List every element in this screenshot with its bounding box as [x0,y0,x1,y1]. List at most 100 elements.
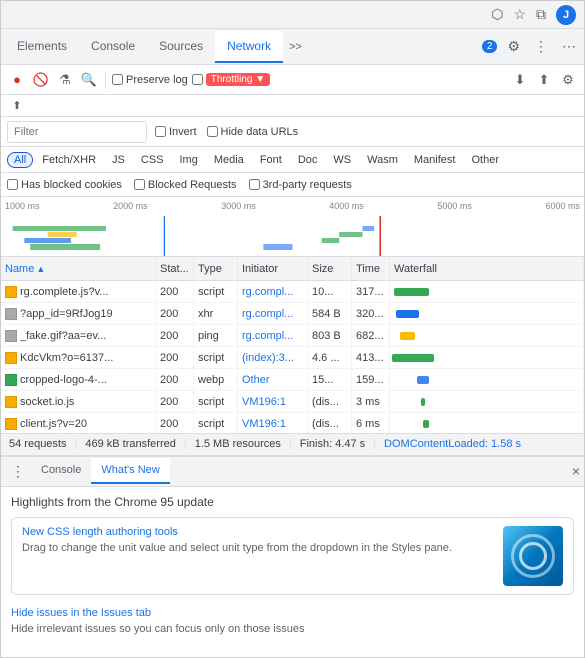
cell-waterfall [390,281,584,302]
hide-data-urls-checkbox[interactable] [207,126,218,137]
type-filter-doc[interactable]: Doc [291,152,325,168]
tab-elements[interactable]: Elements [5,31,79,63]
close-bottom-panel-button[interactable]: × [572,463,580,479]
tab-whats-new[interactable]: What's New [91,458,169,484]
more-options-icon[interactable]: ⋮ [530,36,552,57]
invert-label[interactable]: Invert [155,126,197,138]
initiator-link[interactable]: VM196:1 [242,396,286,408]
table-row[interactable]: _fake.gif?aa=ev... 200 ping rg.compl... … [1,325,584,347]
header-waterfall[interactable]: Waterfall [390,257,584,280]
cell-type: xhr [194,303,238,324]
table-row[interactable]: cropped-logo-4-... 200 webp Other 15... … [1,369,584,391]
tab-console[interactable]: Console [79,31,147,63]
table-row[interactable]: socket.io.js 200 script VM196:1 (dis... … [1,391,584,413]
type-filter-js[interactable]: JS [105,152,132,168]
type-filter-row: AllFetch/XHRJSCSSImgMediaFontDocWSWasmMa… [1,147,584,173]
record-button[interactable]: ● [7,70,27,90]
card-desc-issues: Hide irrelevant issues so you can focus … [11,622,574,637]
initiator-link[interactable]: VM196:1 [242,418,286,430]
card-image-css [503,526,563,586]
table-body: rg.complete.js?v... 200 script rg.compl.… [1,281,584,433]
settings-button[interactable]: ⚙ [558,70,578,90]
dock-icon[interactable]: ⋯ [558,36,580,57]
resource-icon [5,330,17,342]
initiator-link[interactable]: rg.compl... [242,330,293,342]
has-blocked-cookies-label[interactable]: Has blocked cookies [7,179,122,191]
type-filter-ws[interactable]: WS [326,152,358,168]
hide-data-urls-label[interactable]: Hide data URLs [207,126,299,138]
tab-console-bottom[interactable]: Console [31,458,91,484]
search-button[interactable]: 🔍 [79,70,99,90]
type-filter-all[interactable]: All [7,152,33,168]
initiator-link[interactable]: (index):3... [242,352,294,364]
third-party-checkbox[interactable] [249,179,260,190]
type-filter-font[interactable]: Font [253,152,289,168]
card-text-issues: Hide issues in the Issues tab Hide irrel… [11,607,574,637]
initiator-link[interactable]: rg.compl... [242,308,293,320]
header-status[interactable]: Stat... [156,257,194,280]
type-filter-other[interactable]: Other [464,152,506,168]
tab-sources[interactable]: Sources [147,31,215,63]
filter-toggle-button[interactable]: ⚗ [55,70,75,90]
preserve-log-checkbox[interactable] [112,74,123,85]
bookmark-icon[interactable]: ☆ [513,6,526,23]
disable-cache-label[interactable]: Throttling ▼ [192,73,270,86]
cell-initiator: (index):3... [238,347,308,368]
header-name[interactable]: Name ▲ [1,257,156,280]
bottom-menu-icon[interactable]: ⋮ [5,459,31,484]
blocked-requests-checkbox[interactable] [134,179,145,190]
type-filter-img[interactable]: Img [173,152,205,168]
download-har-button[interactable]: ⬆ [7,96,27,116]
header-time[interactable]: Time [352,257,390,280]
invert-checkbox[interactable] [155,126,166,137]
initiator-link[interactable]: Other [242,374,270,386]
type-filter-manifest[interactable]: Manifest [407,152,463,168]
initiator-link[interactable]: rg.compl... [242,286,293,298]
type-filter-media[interactable]: Media [207,152,251,168]
card-title-css[interactable]: New CSS length authoring tools [22,526,495,538]
disable-cache-checkbox[interactable] [192,74,203,85]
blocked-requests-label[interactable]: Blocked Requests [134,179,237,191]
preserve-log-label[interactable]: Preserve log [112,74,188,86]
extensions-icon[interactable]: ⧉ [536,6,546,23]
timeline-label: 6000 ms [545,201,580,211]
throttle-dropdown[interactable]: Throttling ▼ [206,73,270,86]
table-row[interactable]: rg.complete.js?v... 200 script rg.compl.… [1,281,584,303]
header-initiator[interactable]: Initiator [238,257,308,280]
card-desc-css: Drag to change the unit value and select… [22,541,495,556]
settings-icon[interactable]: ⚙ [503,36,524,57]
network-toolbar: ● 🚫 ⚗ 🔍 Preserve log Throttling ▼ ⬇ ⬆ ⚙ [1,65,584,95]
cell-status: 200 [156,413,194,433]
filter-input[interactable] [7,121,147,143]
table-row[interactable]: client.js?v=20 200 script VM196:1 (dis..… [1,413,584,433]
table-row[interactable]: KdcVkm?o=6137... 200 script (index):3...… [1,347,584,369]
header-size[interactable]: Size [308,257,352,280]
cell-type: webp [194,369,238,390]
file-name: client.js?v=20 [20,418,87,430]
type-filter-wasm[interactable]: Wasm [360,152,405,168]
cell-waterfall [390,413,584,433]
finish-time: Finish: 4.47 s [300,438,365,450]
status-bar: 54 requests | 469 kB transferred | 1.5 M… [1,433,584,455]
tab-icons: 2 ⚙ ⋮ ⋯ [478,36,580,57]
export-button[interactable]: ⬆ [534,70,554,90]
tab-more[interactable]: >> [283,37,308,57]
blocked-row: Has blocked cookies Blocked Requests 3rd… [1,173,584,197]
type-filter-css[interactable]: CSS [134,152,171,168]
timeline-label: 4000 ms [329,201,364,211]
avatar[interactable]: J [556,5,576,25]
cell-time: 320... [352,303,390,324]
import-button[interactable]: ⬇ [510,70,530,90]
card-title-issues[interactable]: Hide issues in the Issues tab [11,607,574,619]
has-blocked-cookies-checkbox[interactable] [7,179,18,190]
whats-new-card-css-length: New CSS length authoring tools Drag to c… [11,517,574,595]
clear-button[interactable]: 🚫 [31,70,51,90]
header-type[interactable]: Type [194,257,238,280]
waterfall-svg [1,216,584,256]
tab-network[interactable]: Network [215,31,283,63]
screen-share-icon[interactable]: ⬡ [491,6,503,23]
third-party-label[interactable]: 3rd-party requests [249,179,352,191]
cell-status: 200 [156,281,194,302]
type-filter-fetch_xhr[interactable]: Fetch/XHR [35,152,103,168]
table-row[interactable]: ?app_id=9RfJog19 200 xhr rg.compl... 584… [1,303,584,325]
